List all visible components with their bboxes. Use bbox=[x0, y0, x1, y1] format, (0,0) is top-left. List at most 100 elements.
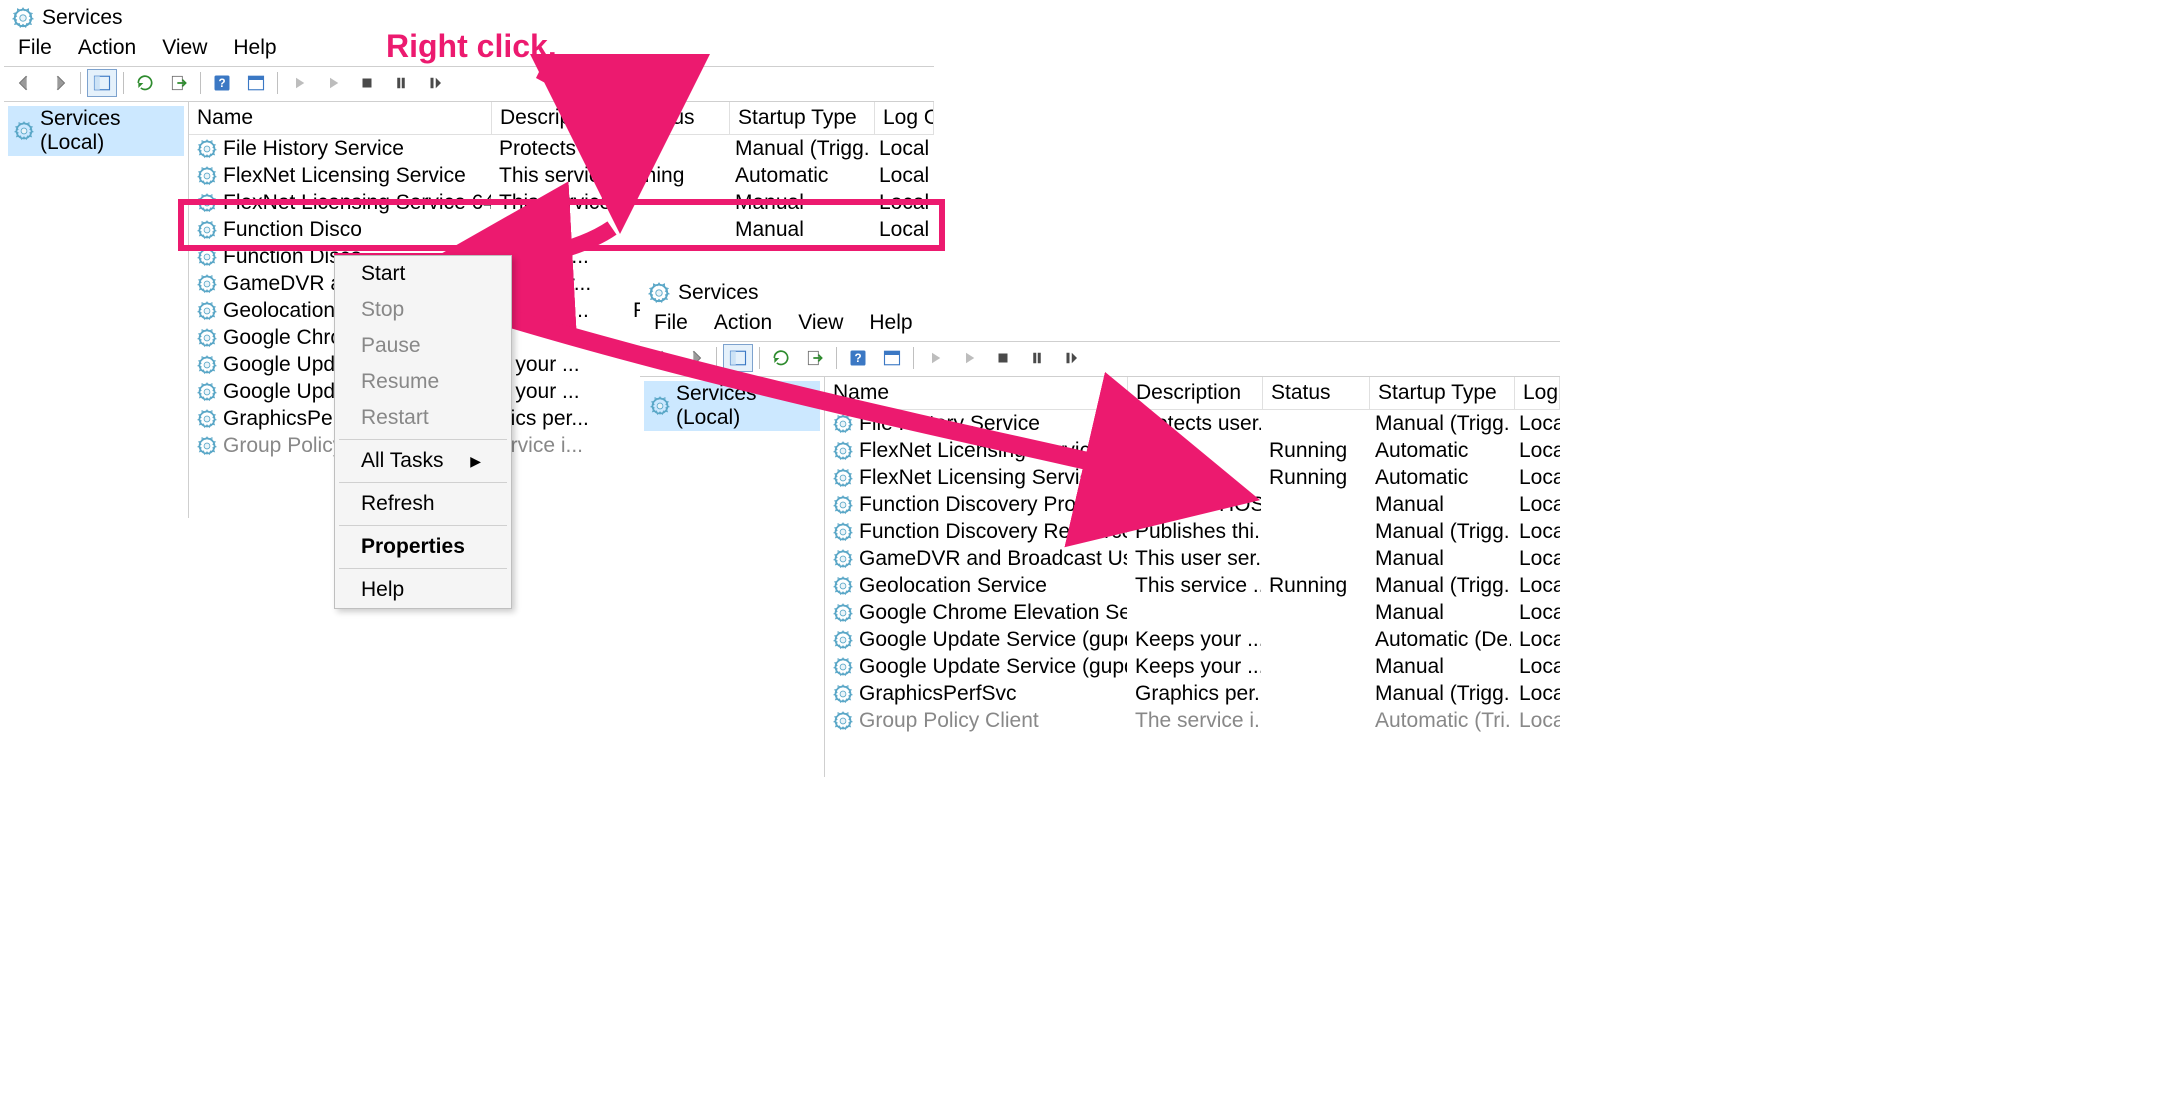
table-row[interactable]: Function DiscoS...ManualLocal Service bbox=[189, 216, 934, 243]
help-button[interactable] bbox=[207, 69, 237, 97]
gear-icon bbox=[197, 274, 217, 294]
service-name: Google Update Service (gupdate) bbox=[859, 628, 1127, 652]
service-startup: Manual (Trigg... bbox=[1367, 410, 1511, 438]
menu-help[interactable]: Help bbox=[233, 36, 276, 60]
gear-icon bbox=[197, 193, 217, 213]
ctx-help[interactable]: Help bbox=[335, 572, 511, 608]
table-row[interactable]: Google Update Service (gupdate...Keeps y… bbox=[825, 653, 1560, 680]
service-logon: Local Syste bbox=[1511, 410, 1560, 438]
col-startup[interactable]: Startup Type bbox=[730, 102, 875, 134]
col-name[interactable]: Name bbox=[825, 377, 1128, 409]
menu-file[interactable]: File bbox=[654, 311, 688, 335]
start-button[interactable] bbox=[920, 344, 950, 372]
menu-file[interactable]: File bbox=[18, 36, 52, 60]
forward-button[interactable] bbox=[680, 344, 710, 372]
restart-service-button[interactable] bbox=[420, 69, 450, 97]
menu-action[interactable]: Action bbox=[714, 311, 772, 335]
col-name[interactable]: Name bbox=[189, 102, 492, 134]
ctx-start[interactable]: Start bbox=[335, 256, 511, 292]
refresh-button[interactable] bbox=[130, 69, 160, 97]
table-row[interactable]: Google Chrome Elevation ServiceManualLoc… bbox=[825, 599, 1560, 626]
service-startup: Manual (Trigg... bbox=[1367, 572, 1511, 600]
ctx-properties[interactable]: Properties bbox=[335, 529, 511, 565]
play-service-button[interactable] bbox=[318, 69, 348, 97]
stop-service-button[interactable] bbox=[988, 344, 1018, 372]
service-startup: Manual bbox=[727, 189, 871, 217]
table-row[interactable]: Function Discovery Resource Pu...Publish… bbox=[825, 518, 1560, 545]
service-startup: Manual bbox=[1367, 545, 1511, 573]
col-description[interactable]: Description bbox=[492, 102, 627, 134]
service-status bbox=[1261, 557, 1367, 561]
service-name: Group Policy Client bbox=[859, 709, 1039, 733]
forward-button[interactable] bbox=[44, 69, 74, 97]
tree-services-local[interactable]: Services (Local) bbox=[8, 106, 184, 156]
service-desc: The service i... bbox=[1127, 707, 1261, 735]
tree-root-label: Services (Local) bbox=[40, 107, 178, 155]
pause-service-button[interactable] bbox=[1022, 344, 1052, 372]
menu-view[interactable]: View bbox=[798, 311, 843, 335]
table-row[interactable]: Function Discovery Provider HostThe FDPH… bbox=[825, 491, 1560, 518]
tree-services-local[interactable]: Services (Local) bbox=[644, 381, 820, 431]
gear-icon bbox=[833, 657, 853, 677]
gear-icon bbox=[833, 468, 853, 488]
col-startup[interactable]: Startup Type bbox=[1370, 377, 1515, 409]
menu-action[interactable]: Action bbox=[78, 36, 136, 60]
restart-service-button[interactable] bbox=[1056, 344, 1086, 372]
service-desc: Protects user... bbox=[1127, 410, 1261, 438]
service-desc: The FDPHOS... bbox=[1127, 491, 1261, 519]
service-status bbox=[1261, 530, 1367, 534]
col-logon[interactable]: Log On As bbox=[1515, 377, 1560, 409]
window-title: Services bbox=[42, 6, 123, 30]
properties-button[interactable] bbox=[877, 344, 907, 372]
col-status[interactable]: Status bbox=[627, 102, 730, 134]
gear-icon bbox=[197, 139, 217, 159]
service-status bbox=[1261, 692, 1367, 696]
table-row[interactable]: GraphicsPerfSvcGraphics per...Manual (Tr… bbox=[825, 680, 1560, 707]
service-desc: This user ser... bbox=[1127, 545, 1261, 573]
table-row[interactable]: Function Discosnes thi... bbox=[189, 243, 934, 270]
table-row[interactable]: FlexNet Licensing ServiceRunningAutomati… bbox=[825, 437, 1560, 464]
table-row[interactable]: FlexNet Licensing ServiceThis servicenni… bbox=[189, 162, 934, 189]
gear-icon bbox=[833, 495, 853, 515]
toolbar bbox=[640, 341, 1560, 377]
play-service-button[interactable] bbox=[954, 344, 984, 372]
service-name: GraphicsPerfSvc bbox=[859, 682, 1017, 706]
service-name: FlexNet Licensing Service bbox=[223, 164, 466, 188]
service-logon: Local Syste bbox=[1511, 437, 1560, 465]
service-name: Google Update Service (gupdate... bbox=[859, 655, 1127, 679]
service-startup: Manual (Trigg... bbox=[1367, 518, 1511, 546]
gear-icon bbox=[833, 441, 853, 461]
col-description[interactable]: Description bbox=[1128, 377, 1263, 409]
table-row[interactable]: FlexNet Licensing Service 64This servRun… bbox=[825, 464, 1560, 491]
properties-button[interactable] bbox=[241, 69, 271, 97]
table-row[interactable]: GameDVR and Broadcast User S...This user… bbox=[825, 545, 1560, 572]
help-button[interactable] bbox=[843, 344, 873, 372]
table-row[interactable]: FlexNet Licensing Service 64This service… bbox=[189, 189, 934, 216]
ctx-refresh[interactable]: Refresh bbox=[335, 486, 511, 522]
ctx-all-tasks[interactable]: All Tasks▶ bbox=[335, 443, 511, 479]
table-row[interactable]: Google Update Service (gupdate)Keeps you… bbox=[825, 626, 1560, 653]
menu-view[interactable]: View bbox=[162, 36, 207, 60]
service-status bbox=[1261, 719, 1367, 723]
start-button[interactable] bbox=[284, 69, 314, 97]
back-button[interactable] bbox=[10, 69, 40, 97]
pause-service-button[interactable] bbox=[386, 69, 416, 97]
back-button[interactable] bbox=[646, 344, 676, 372]
refresh-button[interactable] bbox=[766, 344, 796, 372]
col-status[interactable]: Status bbox=[1263, 377, 1370, 409]
menubar: File Action View Help bbox=[640, 309, 1560, 341]
show-hide-tree-button[interactable] bbox=[723, 344, 753, 372]
export-button[interactable] bbox=[164, 69, 194, 97]
col-logon[interactable]: Log On As bbox=[875, 102, 934, 134]
titlebar: Services bbox=[640, 277, 1560, 309]
table-row[interactable]: File History ServiceProtects user...Manu… bbox=[825, 410, 1560, 437]
stop-service-button[interactable] bbox=[352, 69, 382, 97]
service-name: File History Service bbox=[223, 137, 404, 161]
context-menu: Start Stop Pause Resume Restart All Task… bbox=[334, 255, 512, 609]
show-hide-tree-button[interactable] bbox=[87, 69, 117, 97]
table-row[interactable]: Geolocation ServiceThis service ...Runni… bbox=[825, 572, 1560, 599]
table-row[interactable]: File History ServiceProtects user...Manu… bbox=[189, 135, 934, 162]
export-button[interactable] bbox=[800, 344, 830, 372]
table-row[interactable]: Group Policy ClientThe service i...Autom… bbox=[825, 707, 1560, 734]
menu-help[interactable]: Help bbox=[869, 311, 912, 335]
